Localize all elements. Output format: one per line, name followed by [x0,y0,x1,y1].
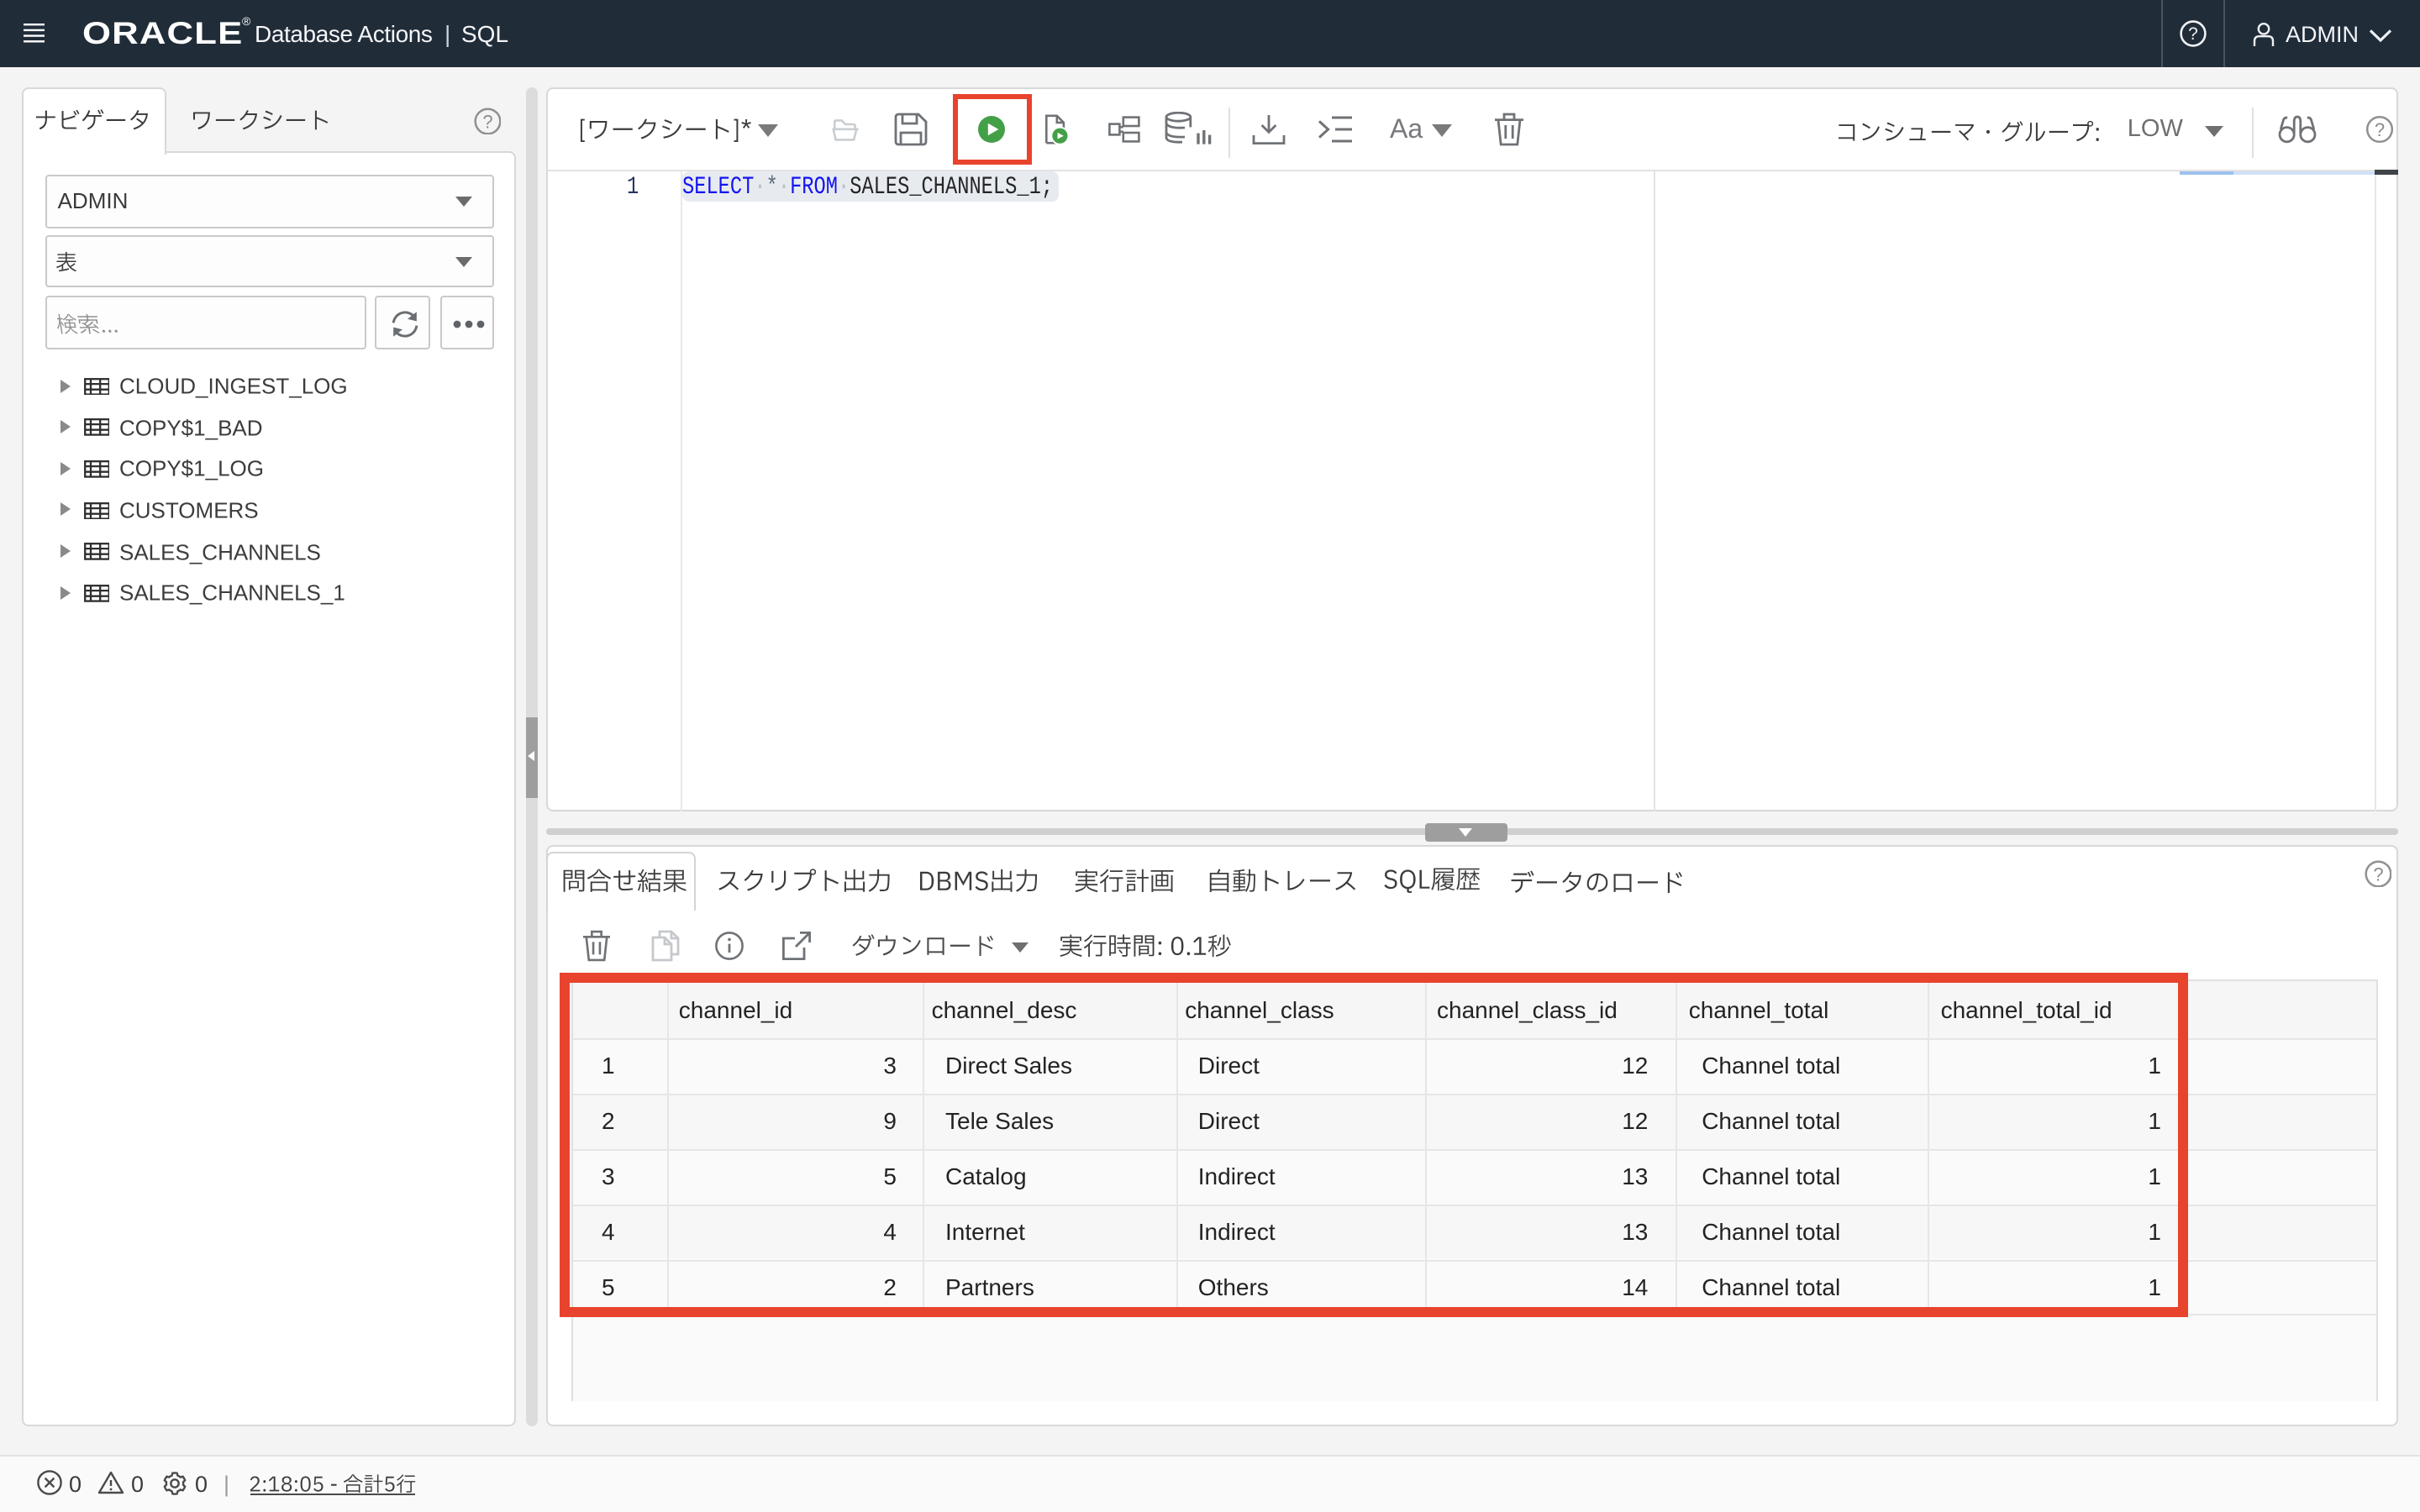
svg-text:?: ? [2375,119,2386,140]
svg-text:?: ? [481,110,492,131]
svg-text:?: ? [2188,24,2198,44]
svg-text:?: ? [2372,863,2382,884]
